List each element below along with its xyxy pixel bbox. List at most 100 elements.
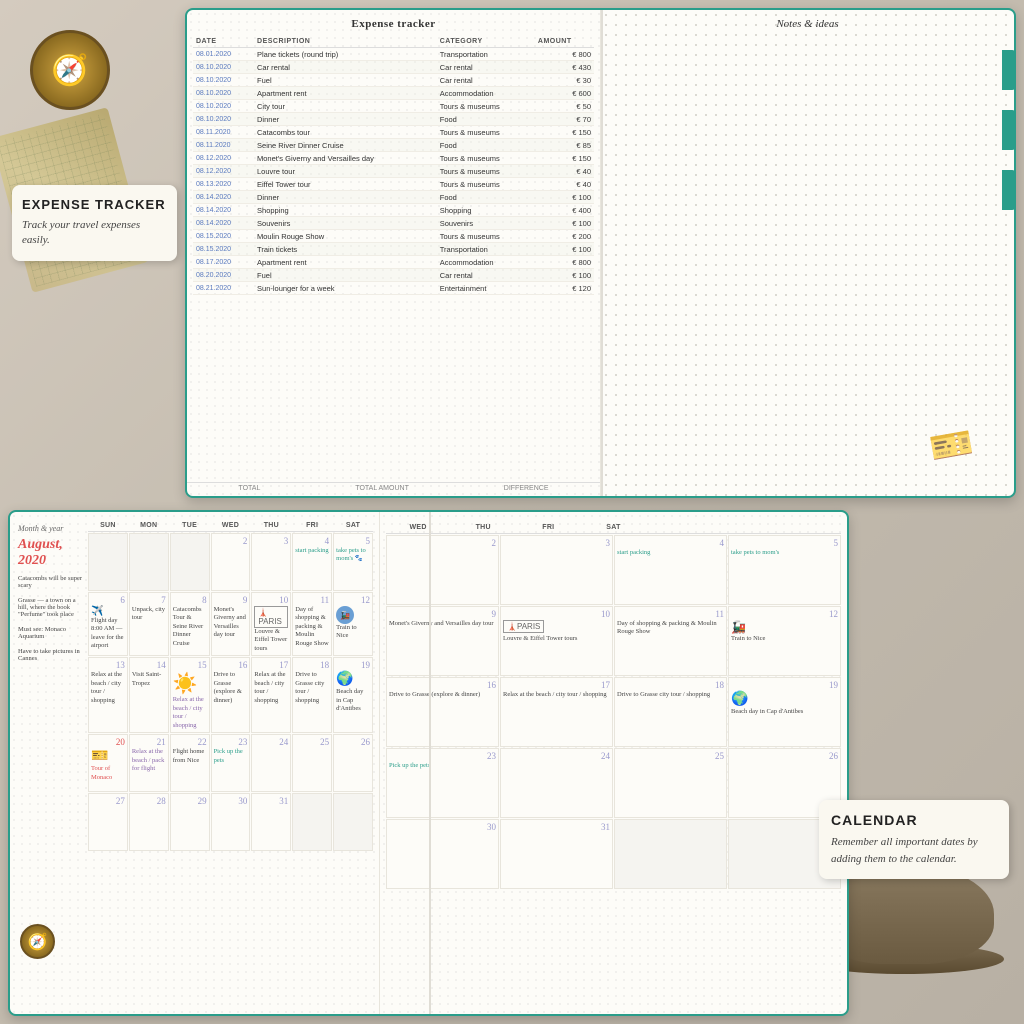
total-label: TOTAL	[238, 485, 260, 492]
day-number: 24	[254, 737, 288, 747]
expense-date: 08.11.2020	[193, 139, 254, 152]
calendar-title: CALENDAR	[831, 812, 997, 828]
day-number: 25	[295, 737, 329, 747]
day-event-right: take pets to mom's	[731, 549, 838, 557]
right-calendar-grid: 234start packing5take pets to mom's9Mone…	[386, 535, 841, 889]
expense-row: 08.10.2020 Fuel Car rental € 30	[193, 74, 594, 87]
day-number: 10	[254, 595, 288, 605]
col-date: DATE	[193, 36, 254, 48]
expense-category: Tours & museums	[437, 152, 535, 165]
expense-date: 08.14.2020	[193, 217, 254, 230]
expense-category: Souvenirs	[437, 217, 535, 230]
expense-category: Transportation	[437, 48, 535, 61]
day-number: 30	[214, 796, 248, 806]
expense-row: 08.12.2020 Monet's Giverny and Versaille…	[193, 152, 594, 165]
expense-amount: € 800	[535, 48, 594, 61]
expense-date: 08.14.2020	[193, 191, 254, 204]
day-number: 21	[132, 737, 166, 747]
calendar-day: 11Day of shopping & packing & Moulin Rou…	[292, 592, 332, 656]
expense-amount: € 120	[535, 282, 594, 295]
expense-category: Accommodation	[437, 87, 535, 100]
calendar-day-right: 19🌍Beach day in Cap d'Antibes	[728, 677, 841, 747]
sidebar-note-3: Must see: Monaco Aquarium	[18, 626, 86, 640]
month-year-label: Month & year	[18, 524, 86, 533]
tickets-icon: 🎫	[91, 748, 125, 765]
day-number-right: 9	[389, 609, 496, 619]
calendar-day: 9Monet's Giverny and Versailles day tour	[211, 592, 251, 656]
day-number-right: 4	[617, 538, 724, 548]
day-number-right: 18	[617, 680, 724, 690]
calendar-day: 21Relax at the beach / pack for flight	[129, 734, 169, 792]
pet-icon: 🐾	[353, 555, 363, 562]
col-amount: AMOUNT	[535, 36, 594, 48]
expense-description: Shopping	[254, 204, 437, 217]
day-event-right: Day of shopping & packing & Moulin Rouge…	[617, 620, 724, 637]
day-number-right: 26	[731, 751, 838, 761]
day-number: 14	[132, 660, 166, 670]
expense-date: 08.15.2020	[193, 243, 254, 256]
day-event: Visit Saint-Tropez	[132, 671, 166, 688]
expense-category: Tours & museums	[437, 126, 535, 139]
expense-amount: € 100	[535, 191, 594, 204]
calendar-day-right: 9Monet's Giverny and Versailles day tour	[386, 606, 499, 676]
calendar-day: 8Catacombs Tour & Seine River Dinner Cru…	[170, 592, 210, 656]
expense-date: 08.10.2020	[193, 113, 254, 126]
calendar-day: 23Pick up the pets	[211, 734, 251, 792]
expense-description: Train tickets	[254, 243, 437, 256]
calendar-day: 16Drive to Grasse (explore & dinner)	[211, 657, 251, 733]
day-event: Monet's Giverny and Versailles day tour	[214, 606, 248, 640]
day-event: Louvre & Eiffel Tower tours	[254, 628, 288, 653]
day-number: 11	[295, 595, 329, 605]
day-fri: FRI	[292, 520, 332, 531]
day-number-right: 3	[503, 538, 610, 548]
expense-date: 08.12.2020	[193, 165, 254, 178]
expense-amount: € 800	[535, 256, 594, 269]
calendar-day-right: 23Pick up the pets	[386, 748, 499, 818]
day-event-right: Beach day in Cap d'Antibes	[731, 708, 838, 716]
day-event: Tour of Monaco	[91, 765, 125, 782]
calendar-day: 7Unpack, city tour	[129, 592, 169, 656]
expense-amount: € 40	[535, 178, 594, 191]
expense-category: Tours & museums	[437, 165, 535, 178]
globe-icon-right: 🌍	[731, 692, 748, 707]
calendar-day: 28	[129, 793, 169, 851]
expense-description: Car rental	[254, 61, 437, 74]
day-event: Train to Nice	[336, 624, 370, 641]
calendar-left-page: Month & year August, 2020 Catacombs will…	[10, 512, 380, 1014]
expense-amount: € 430	[535, 61, 594, 74]
day-event: Catacombs Tour & Seine River Dinner Crui…	[173, 606, 207, 648]
expense-description: Fuel	[254, 74, 437, 87]
day-event-right: Drive to Grasse (explore & dinner)	[389, 691, 496, 699]
expense-amount: € 100	[535, 269, 594, 282]
expense-category: Car rental	[437, 74, 535, 87]
expense-row: 08.15.2020 Train tickets Transportation …	[193, 243, 594, 256]
calendar-headers-right: WED THU FRI SAT	[386, 522, 841, 534]
expense-category: Accommodation	[437, 256, 535, 269]
calendar-day-right: 25	[614, 748, 727, 818]
expense-row: 08.11.2020 Seine River Dinner Cruise Foo…	[193, 139, 594, 152]
day-number-right: 11	[617, 609, 724, 619]
calendar-day-right	[614, 819, 727, 889]
expense-row: 08.14.2020 Shopping Shopping € 400	[193, 204, 594, 217]
expense-amount: € 85	[535, 139, 594, 152]
expense-row: 08.10.2020 City tour Tours & museums € 5…	[193, 100, 594, 113]
expense-row: 08.15.2020 Moulin Rouge Show Tours & mus…	[193, 230, 594, 243]
calendar-day: 18Drive to Grasse city tour / shopping	[292, 657, 332, 733]
expense-date: 08.12.2020	[193, 152, 254, 165]
calendar-day-right: 31	[500, 819, 613, 889]
day-sat: SAT	[333, 520, 373, 531]
day-number: 31	[254, 796, 288, 806]
expense-row: 08.14.2020 Dinner Food € 100	[193, 191, 594, 204]
expense-page-title: Expense tracker	[193, 18, 594, 30]
day-number: 4	[295, 536, 329, 546]
expense-row: 08.20.2020 Fuel Car rental € 100	[193, 269, 594, 282]
calendar-day-right: 5take pets to mom's	[728, 535, 841, 605]
expense-amount: € 600	[535, 87, 594, 100]
day-event-right: start packing	[617, 549, 724, 557]
day-event: take pets to mom's 🐾	[336, 547, 370, 564]
calendar-day: 25	[292, 734, 332, 792]
calendar-day-right: 16Drive to Grasse (explore & dinner)	[386, 677, 499, 747]
expense-category: Shopping	[437, 204, 535, 217]
day-number: 19	[336, 660, 370, 670]
month-highlight: August, 2020	[18, 537, 86, 569]
